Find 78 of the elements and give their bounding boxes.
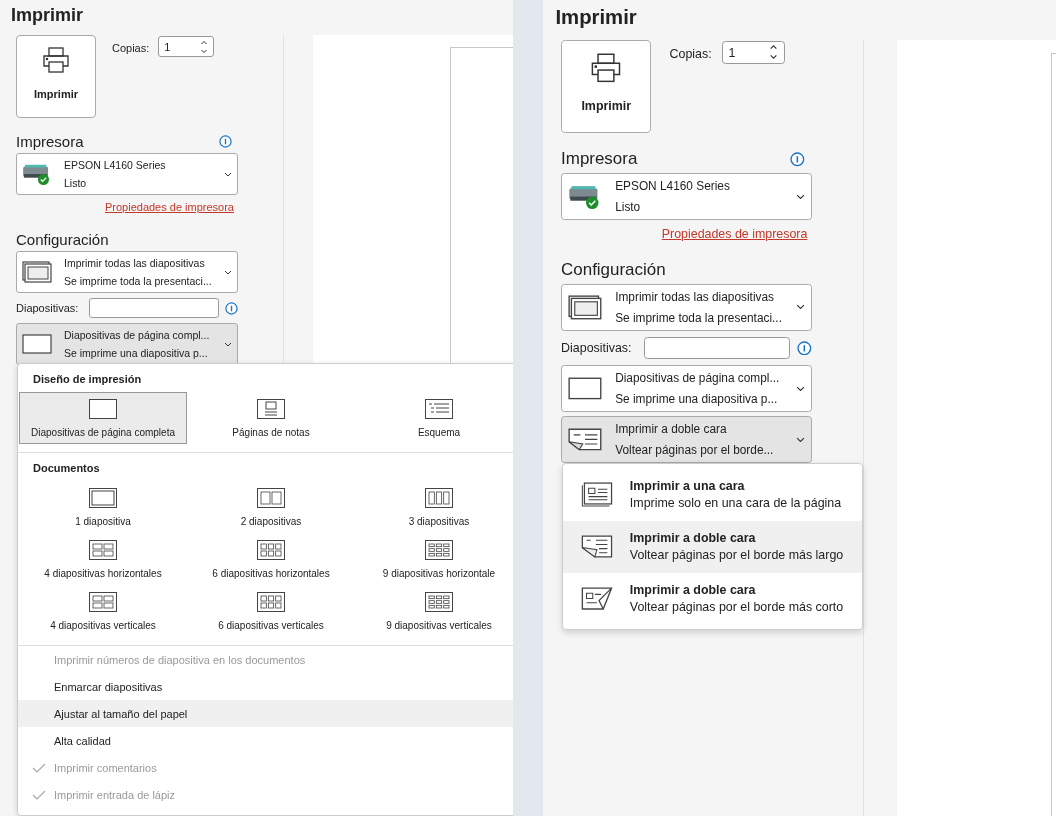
printer-properties-link[interactable]: Propiedades de impresora	[104, 201, 234, 213]
slides-stack-icon	[567, 294, 602, 320]
print-button[interactable]: Imprimir	[16, 35, 96, 118]
printer-dropdown[interactable]: EPSON L4160 Series Listo	[16, 153, 238, 195]
menu-toggle-item[interactable]: Enmarcar diapositivas	[18, 673, 513, 700]
check-icon	[32, 789, 46, 800]
panel-title: Imprimir	[554, 4, 638, 30]
settings-dropdown[interactable]: Imprimir todas las diapositivas Se imprime toda la presentaci...	[16, 251, 238, 293]
settings-dropdown[interactable]: Diapositivas de página compl... Se imprime una diapositiva p...	[16, 323, 238, 365]
layout-option[interactable]: Diapositivas de página completa	[19, 392, 187, 444]
layout-icon	[425, 539, 453, 560]
copies-label: Copias:	[669, 47, 712, 62]
printer-icon	[41, 46, 71, 74]
chevron-down-icon	[796, 436, 806, 443]
layout-icon	[425, 398, 453, 419]
sides-option[interactable]: Imprimir a doble cara Voltear páginas por el borde más largo	[563, 520, 862, 573]
chevron-down-icon	[796, 385, 806, 392]
layout-icon	[89, 487, 117, 508]
chevron-down-icon	[224, 269, 232, 275]
layout-icon	[425, 487, 453, 508]
slides-label: Diapositivas:	[16, 302, 80, 314]
menu-heading: Diseño de impresión	[32, 372, 143, 386]
settings-heading: Configuración	[561, 260, 666, 280]
duplex-page-icon	[567, 427, 602, 452]
layout-icon	[89, 539, 117, 560]
layout-icon	[89, 591, 117, 612]
single-page-icon	[580, 481, 615, 509]
layout-option[interactable]: 1 diapositiva	[19, 481, 187, 533]
layout-option[interactable]: 6 diapositivas verticales	[187, 585, 355, 637]
slide-icon	[22, 333, 52, 355]
copies-spinbox[interactable]: 1	[158, 36, 215, 57]
folded-page-icon	[580, 533, 615, 561]
menu-heading: Documentos	[32, 461, 101, 475]
info-icon[interactable]	[219, 134, 232, 148]
layout-icon	[89, 398, 117, 419]
settings-heading: Configuración	[16, 230, 109, 248]
print-button[interactable]: Imprimir	[561, 39, 652, 134]
slides-stack-icon	[22, 261, 52, 283]
chevron-down-icon	[224, 341, 232, 347]
menu-toggle-item[interactable]: Alta calidad	[18, 727, 513, 754]
settings-dropdown[interactable]: Diapositivas de página compl... Se imprime una diapositiva p...	[561, 364, 812, 413]
settings-dropdown[interactable]: Imprimir todas las diapositivas Se imprime toda la presentaci...	[561, 283, 812, 331]
copies-label: Copias:	[112, 42, 150, 54]
printer-heading: Impresora	[561, 149, 638, 170]
folded-corner-page-icon	[580, 585, 615, 613]
layout-option[interactable]: Páginas de notas	[187, 392, 355, 444]
chevron-down-icon	[796, 193, 806, 200]
slides-input-field[interactable]	[643, 336, 791, 360]
layout-option[interactable]: 6 diapositivas horizontales	[187, 533, 355, 585]
printer-properties-link[interactable]: Propiedades de impresora	[661, 226, 808, 241]
sides-option[interactable]: Imprimir a doble cara Voltear páginas por el borde más corto	[563, 572, 862, 625]
printer-dropdown[interactable]: EPSON L4160 Series Listo	[561, 172, 812, 221]
layout-option[interactable]: 4 diapositivas verticales	[19, 585, 187, 637]
slides-input-field[interactable]	[89, 298, 219, 318]
chevron-down-icon	[224, 171, 232, 177]
spin-arrows-icon	[200, 38, 209, 55]
menu-toggle-item[interactable]: Ajustar al tamaño del papel	[18, 700, 513, 727]
layout-icon	[257, 487, 285, 508]
layout-option[interactable]: 4 diapositivas horizontales	[19, 533, 187, 585]
printer-heading: Impresora	[16, 132, 84, 150]
chevron-down-icon	[796, 304, 806, 311]
info-icon[interactable]	[225, 301, 238, 315]
spin-arrows-icon	[769, 43, 779, 62]
layout-option[interactable]: 2 diapositivas	[187, 481, 355, 533]
settings-dropdown[interactable]: Imprimir a doble cara Voltear páginas por el borde...	[561, 415, 812, 464]
layout-icon	[257, 539, 285, 560]
info-icon[interactable]	[797, 340, 812, 356]
printer-ready-icon	[22, 162, 52, 186]
panel-title: Imprimir	[10, 4, 85, 27]
copies-spinbox[interactable]: 1	[721, 40, 786, 65]
slide-icon	[567, 376, 602, 401]
check-icon	[32, 762, 46, 773]
slides-label: Diapositivas:	[561, 340, 633, 355]
info-icon[interactable]	[790, 151, 806, 167]
sides-option[interactable]: Imprimir a una cara Imprime solo en una cara de la página	[563, 468, 862, 521]
layout-icon	[257, 591, 285, 612]
layout-icon	[425, 591, 453, 612]
layout-icon	[257, 398, 285, 419]
